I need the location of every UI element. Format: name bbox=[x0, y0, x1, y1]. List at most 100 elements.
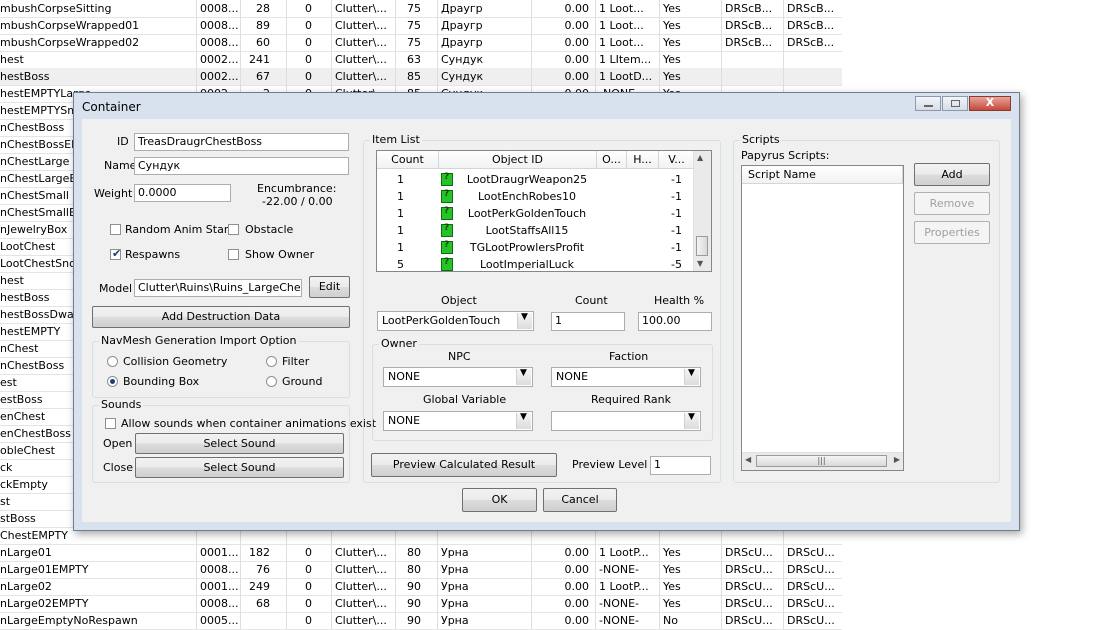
record-cell: No bbox=[660, 612, 722, 629]
item-list[interactable]: Count Object ID O... H... V... 1? LootDra… bbox=[376, 150, 712, 272]
close-select-sound-button[interactable]: Select Sound bbox=[135, 457, 344, 478]
add-script-button[interactable]: Add bbox=[914, 163, 990, 186]
item-row[interactable]: 1? LootEnchRobes10 -1 bbox=[377, 188, 695, 205]
name-field[interactable]: Сундук bbox=[134, 157, 349, 175]
cancel-button[interactable]: Cancel bbox=[543, 488, 617, 512]
npc-select[interactable]: NONE ▼ bbox=[383, 367, 533, 387]
record-cell: 75 bbox=[396, 34, 438, 51]
respawns-checkbox[interactable]: ✔ bbox=[110, 247, 121, 260]
item-row[interactable]: 5? LootImperialLuck -5 bbox=[377, 256, 695, 271]
record-row[interactable]: hest 0002... 241 0 Clutter\... 63 Сундук 0.00 1 … bbox=[0, 51, 842, 69]
record-cell: -NONE- bbox=[596, 612, 660, 629]
item-row[interactable]: 1? TGLootProwlersProfit -1 bbox=[377, 239, 695, 256]
column-header-o[interactable]: O... bbox=[597, 151, 627, 169]
record-cell: 0 bbox=[287, 0, 332, 17]
record-cell: 249 bbox=[241, 578, 287, 595]
scroll-down-icon[interactable]: ▼ bbox=[697, 259, 703, 268]
script-list-hscrollbar[interactable]: ◀ ||| ▶ bbox=[742, 452, 903, 470]
ok-button[interactable]: OK bbox=[462, 488, 537, 512]
remove-script-button[interactable]: Remove bbox=[914, 192, 990, 215]
record-cell: Clutter\... bbox=[332, 68, 396, 85]
record-row[interactable]: nLargeEmptyNoRespawn 0005... 0 Clutter\... 9… bbox=[0, 612, 842, 630]
record-row[interactable]: hestBoss 0002... 67 0 Clutter\... 85 Сундук 0.0… bbox=[0, 68, 842, 86]
scroll-thumb[interactable] bbox=[696, 236, 708, 256]
record-row[interactable]: mbushCorpseWrapped02 0008... 60 0 Clutter\..… bbox=[0, 34, 842, 52]
encumbrance-label: Encumbrance: bbox=[257, 182, 337, 195]
script-list[interactable]: Script Name ◀ ||| ▶ bbox=[741, 165, 904, 471]
open-select-sound-button[interactable]: Select Sound bbox=[135, 433, 344, 454]
record-row[interactable]: mbushCorpseWrapped01 0008... 89 0 Clutter\..… bbox=[0, 17, 842, 35]
papyrus-scripts-label: Papyrus Scripts: bbox=[741, 149, 830, 162]
item-object-id: LootImperialLuck bbox=[479, 258, 575, 271]
faction-select[interactable]: NONE ▼ bbox=[551, 367, 701, 387]
leveled-item-icon: ? bbox=[441, 172, 453, 186]
record-row[interactable]: nLarge01 0001... 182 0 Clutter\... 80 Урна 0.00… bbox=[0, 544, 842, 562]
column-header-count[interactable]: Count bbox=[377, 151, 439, 169]
required-rank-select[interactable]: ▼ bbox=[551, 411, 701, 431]
close-button[interactable]: X bbox=[969, 96, 1011, 111]
record-row[interactable]: nLarge02EMPTY 0008... 68 0 Clutter\... 90 Урна… bbox=[0, 595, 842, 613]
record-cell: Драугр bbox=[438, 17, 532, 34]
script-properties-button[interactable]: Properties bbox=[914, 221, 990, 244]
record-cell: nLarge01EMPTY bbox=[0, 561, 197, 578]
record-cell: Урна bbox=[438, 544, 532, 561]
collision-geometry-radio[interactable] bbox=[107, 356, 118, 367]
leveled-item-icon: ? bbox=[441, 206, 453, 220]
hscroll-thumb[interactable]: ||| bbox=[756, 455, 887, 467]
column-header-script-name[interactable]: Script Name bbox=[742, 166, 903, 184]
record-cell: DRScB... bbox=[787, 19, 835, 32]
obstacle-checkbox[interactable] bbox=[228, 224, 239, 235]
column-header-v[interactable]: V... bbox=[659, 151, 695, 169]
minimize-button[interactable] bbox=[915, 96, 941, 111]
edit-model-button[interactable]: Edit bbox=[309, 276, 350, 298]
item-object-id: LootPerkGoldenTouch bbox=[467, 207, 587, 220]
filter-label: Filter bbox=[282, 355, 310, 368]
record-row[interactable]: nLarge01EMPTY 0008... 76 0 Clutter\... 80 Урна… bbox=[0, 561, 842, 579]
radio-selected-dot bbox=[110, 379, 115, 384]
ground-radio[interactable] bbox=[266, 376, 277, 387]
record-cell: 0.00 bbox=[532, 34, 596, 51]
item-row[interactable]: 1? LootStaffsAll15 -1 bbox=[377, 222, 695, 239]
id-field[interactable]: TreasDraugrChestBoss bbox=[134, 133, 349, 151]
random-anim-checkbox[interactable] bbox=[110, 224, 121, 235]
item-count: 1 bbox=[397, 224, 404, 237]
item-value: -1 bbox=[671, 241, 682, 254]
health-field[interactable]: 100.00 bbox=[638, 312, 712, 331]
record-cell: DRScU... bbox=[787, 597, 835, 610]
record-cell: DRScU... bbox=[722, 544, 784, 561]
record-cell: 89 bbox=[241, 17, 287, 34]
preview-calculated-result-button[interactable]: Preview Calculated Result bbox=[371, 453, 557, 477]
record-cell: Урна bbox=[438, 561, 532, 578]
bounding-box-radio[interactable] bbox=[107, 376, 118, 387]
column-header-object-id[interactable]: Object ID bbox=[439, 151, 597, 169]
preview-level-field[interactable]: 1 bbox=[650, 456, 711, 475]
record-row[interactable]: nLarge02 0001... 249 0 Clutter\... 90 Урна 0.00… bbox=[0, 578, 842, 596]
item-object-id: TGLootProwlersProfit bbox=[469, 241, 585, 254]
model-field[interactable]: Clutter\Ruins\Ruins_LargeChest.r bbox=[134, 279, 302, 297]
record-cell: Yes bbox=[660, 51, 722, 68]
record-cell: Clutter\... bbox=[332, 595, 396, 612]
record-cell: 1 Loot... bbox=[596, 34, 660, 51]
filter-radio[interactable] bbox=[266, 356, 277, 367]
scroll-right-icon[interactable]: ▶ bbox=[894, 455, 900, 464]
scroll-up-icon[interactable]: ▲ bbox=[697, 153, 703, 162]
record-cell: 0.00 bbox=[532, 578, 596, 595]
title-bar[interactable]: Container X bbox=[74, 93, 1019, 119]
weight-field[interactable]: 0.0000 bbox=[134, 184, 231, 202]
maximize-button[interactable] bbox=[942, 96, 968, 111]
show-owner-checkbox[interactable] bbox=[228, 249, 239, 260]
object-select[interactable]: LootPerkGoldenTouch ▼ bbox=[377, 311, 534, 331]
item-row[interactable]: 1? LootDraugrWeapon25 -1 bbox=[377, 171, 695, 188]
add-destruction-data-button[interactable]: Add Destruction Data bbox=[92, 306, 350, 328]
scroll-left-icon[interactable]: ◀ bbox=[745, 455, 751, 464]
column-header-h[interactable]: H... bbox=[627, 151, 659, 169]
global-variable-select[interactable]: NONE ▼ bbox=[383, 411, 533, 431]
record-row[interactable]: mbushCorpseSitting 0008... 28 0 Clutter\... 7… bbox=[0, 0, 842, 18]
owner-group-title: Owner bbox=[379, 337, 419, 350]
item-list-scrollbar[interactable]: ▲ ▼ bbox=[693, 151, 711, 271]
record-cell: 0.00 bbox=[532, 595, 596, 612]
allow-sounds-checkbox[interactable] bbox=[105, 418, 116, 429]
record-cell: 0 bbox=[287, 561, 332, 578]
item-row[interactable]: 1? LootPerkGoldenTouch -1 bbox=[377, 205, 695, 222]
count-field[interactable]: 1 bbox=[551, 312, 625, 331]
